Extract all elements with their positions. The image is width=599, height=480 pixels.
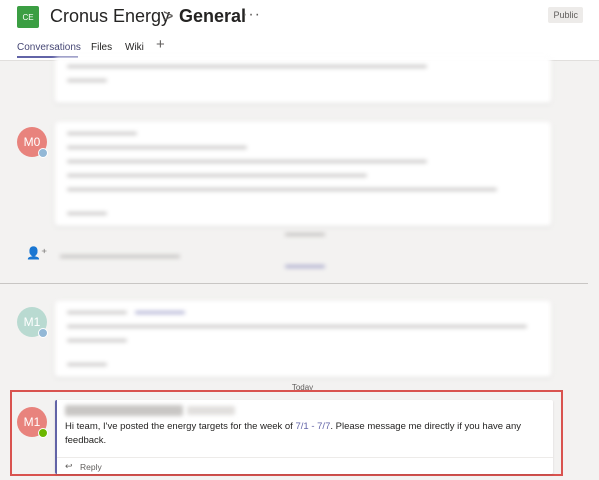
blurred-message-card	[55, 57, 551, 103]
timestamp-redacted	[187, 406, 235, 415]
add-tab-icon[interactable]: +	[156, 36, 165, 53]
avatar-initials: M0	[23, 135, 41, 149]
avatar[interactable]: M1	[17, 307, 48, 338]
tab-files[interactable]: Files	[91, 42, 112, 53]
reply-button[interactable]: ↩ Reply	[57, 457, 553, 475]
date-link[interactable]: 7/1	[295, 421, 308, 432]
blurred-message-card	[55, 301, 551, 377]
avatar-initials: M1	[23, 315, 41, 329]
message-body: Hi team, I've posted the energy targets …	[65, 420, 545, 448]
chevron-right-icon: >	[163, 6, 174, 26]
status-away-icon	[38, 328, 48, 338]
visibility-badge: Public	[548, 7, 583, 23]
message-card: Hi team, I've posted the energy targets …	[55, 400, 553, 474]
channel-name: General	[179, 6, 247, 26]
date-separator: -	[308, 421, 318, 432]
author-name-redacted	[65, 405, 183, 416]
earlier-messages-blurred	[0, 57, 599, 379]
reply-label: Reply	[80, 462, 102, 472]
avatar[interactable]: M0	[17, 127, 48, 158]
channel-header: CE Cronus Energy > General ··· Public Co…	[0, 0, 599, 61]
section-divider	[0, 283, 588, 284]
team-avatar[interactable]: CE	[17, 6, 39, 28]
team-name[interactable]: Cronus Energy	[50, 6, 170, 27]
blurred-message-card	[55, 122, 551, 226]
tab-conversations[interactable]: Conversations	[17, 42, 81, 53]
avatar-initials: M1	[23, 415, 41, 429]
more-options-icon[interactable]: ···	[242, 6, 261, 24]
status-available-icon	[38, 428, 48, 438]
message-author-avatar[interactable]: M1	[17, 407, 48, 438]
tab-wiki[interactable]: Wiki	[125, 42, 144, 53]
reply-icon: ↩	[65, 461, 73, 471]
new-conversation-icon[interactable]: 👤⁺	[26, 246, 47, 260]
message-text: Hi team, I've posted the energy targets …	[65, 421, 296, 432]
date-link[interactable]: 7/7	[317, 421, 330, 432]
status-away-icon	[38, 148, 48, 158]
